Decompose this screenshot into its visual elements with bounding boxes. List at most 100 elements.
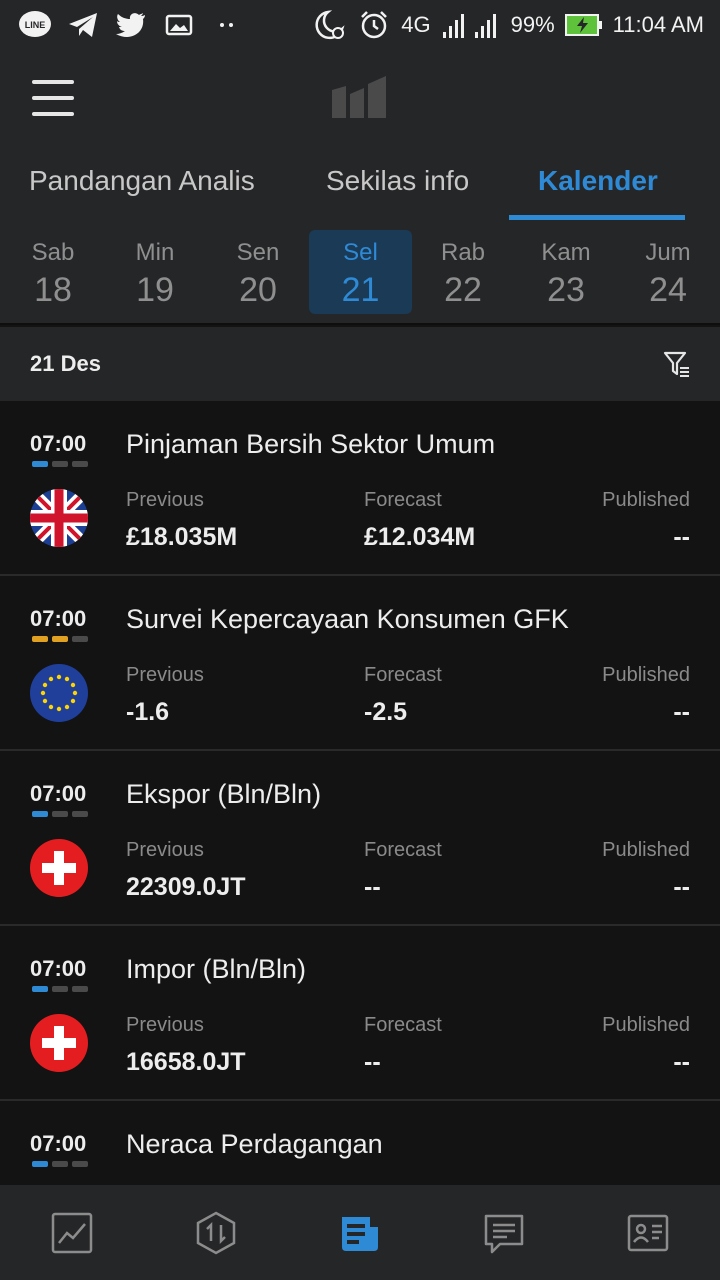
day-name: Kam — [541, 239, 591, 266]
event-time: 07:00 — [30, 431, 87, 456]
news-icon — [342, 1216, 378, 1251]
top-tabs: Pandangan Analis Sekilas info Kalender — [0, 145, 720, 223]
message-icon — [484, 1214, 524, 1253]
event-row[interactable]: 07:00 Impor (Bln/Bln) Previous Forecast … — [0, 926, 720, 1101]
day-number: 21 — [341, 271, 380, 309]
nav-trade[interactable] — [144, 1185, 288, 1280]
forecast-label: Forecast — [364, 664, 442, 686]
day-name: Min — [135, 239, 175, 266]
trade-icon — [196, 1211, 236, 1254]
twitter-icon — [114, 8, 148, 42]
nav-profile[interactable] — [576, 1185, 720, 1280]
previous-value: £18.035M — [126, 523, 238, 551]
forecast-value: £12.034M — [364, 523, 476, 551]
event-title: Pinjaman Bersih Sektor Umum — [126, 429, 496, 459]
event-row[interactable]: 07:00 Pinjaman Bersih Sektor Umum Previo… — [0, 401, 720, 576]
date-header: 21 Des — [0, 327, 720, 401]
event-row[interactable]: 07:00 Survei Kepercayaan Konsumen GFK Pr… — [0, 576, 720, 751]
image-icon — [162, 8, 196, 42]
forecast-label: Forecast — [364, 839, 442, 861]
importance-indicator — [32, 1161, 88, 1167]
day-rab[interactable]: Rab 22 — [413, 230, 513, 314]
forecast-value: -- — [364, 1048, 381, 1076]
event-title: Neraca Perdagangan — [126, 1129, 383, 1159]
day-jum[interactable]: Jum 24 — [618, 230, 718, 314]
forecast-label: Forecast — [364, 1014, 442, 1036]
day-number: 24 — [649, 271, 687, 309]
event-time: 07:00 — [30, 781, 87, 806]
forecast-value: -2.5 — [364, 698, 408, 726]
bottom-nav — [0, 1185, 720, 1280]
selected-date-label: 21 Des — [30, 351, 101, 376]
active-tab-indicator — [509, 215, 685, 220]
previous-value: -1.6 — [126, 698, 170, 726]
importance-indicator — [32, 811, 88, 817]
importance-indicator — [32, 636, 88, 642]
nav-message[interactable] — [432, 1185, 576, 1280]
event-list: 07:00 Pinjaman Bersih Sektor Umum Previo… — [0, 401, 720, 1185]
event-time: 07:00 — [30, 606, 87, 631]
day-sen[interactable]: Sen 20 — [208, 230, 308, 314]
tab-sekilas-info[interactable]: Sekilas info — [326, 165, 469, 197]
previous-value: 16658.0JT — [126, 1048, 246, 1076]
forecast-label: Forecast — [364, 489, 442, 511]
day-number: 22 — [444, 271, 482, 309]
day-sel[interactable]: Sel 21 — [309, 230, 412, 314]
published-value: -- — [673, 698, 690, 726]
day-number: 23 — [547, 271, 585, 309]
nav-news[interactable] — [288, 1185, 432, 1280]
published-value: -- — [673, 873, 690, 901]
dnd-moon-icon — [313, 8, 347, 42]
previous-value: 22309.0JT — [126, 873, 246, 901]
event-title: Impor (Bln/Bln) — [126, 954, 307, 984]
previous-label: Previous — [126, 489, 204, 511]
forecast-value: -- — [364, 873, 381, 901]
alarm-icon — [357, 8, 391, 42]
swiss-flag-icon — [30, 1014, 88, 1072]
event-row[interactable]: 07:00 Neraca Perdagangan — [0, 1101, 720, 1185]
day-number: 19 — [136, 271, 174, 309]
event-title: Ekspor (Bln/Bln) — [126, 779, 322, 809]
day-number: 20 — [239, 271, 277, 309]
network-type: 4G — [401, 12, 431, 37]
day-kam[interactable]: Kam 23 — [516, 230, 616, 314]
status-bar: LINE 4G 99% 11:04 AM — [0, 0, 720, 50]
previous-label: Previous — [126, 1014, 204, 1036]
published-label: Published — [602, 1014, 690, 1036]
day-min[interactable]: Min 19 — [105, 230, 205, 314]
day-name: Sen — [236, 239, 280, 266]
battery-charging-icon — [564, 8, 603, 42]
nav-chart[interactable] — [0, 1185, 144, 1280]
day-selector: Sab 18 Min 19 Sen 20 Sel 21 Rab 22 Kam 23 Jum 2… — [0, 223, 720, 325]
app-header — [0, 50, 720, 145]
published-label: Published — [602, 489, 690, 511]
event-time: 07:00 — [30, 956, 87, 981]
telegram-icon — [66, 8, 100, 42]
filter-icon[interactable] — [662, 349, 692, 379]
tab-pandangan-analis[interactable]: Pandangan Analis — [29, 165, 255, 197]
importance-indicator — [32, 461, 88, 467]
published-label: Published — [602, 839, 690, 861]
event-time: 07:00 — [30, 1131, 87, 1156]
day-name: Jum — [645, 239, 691, 266]
published-label: Published — [602, 664, 690, 686]
line-icon: LINE — [18, 8, 52, 42]
battery-percent: 99% — [510, 12, 555, 37]
day-sab[interactable]: Sab 18 — [3, 230, 103, 314]
day-name: Rab — [440, 239, 486, 266]
clock: 11:04 AM — [612, 12, 704, 37]
profile-icon — [627, 1214, 669, 1251]
importance-indicator — [32, 986, 88, 992]
day-name: Sel — [343, 239, 378, 266]
app-logo-icon — [330, 74, 390, 120]
tab-kalender[interactable]: Kalender — [538, 165, 658, 197]
day-name: Sab — [31, 239, 75, 266]
svg-text:LINE: LINE — [25, 20, 46, 30]
eu-flag-icon — [30, 664, 88, 722]
hamburger-menu-icon[interactable] — [32, 78, 74, 118]
event-row[interactable]: 07:00 Ekspor (Bln/Bln) Previous Forecast… — [0, 751, 720, 926]
signal-icon — [441, 8, 501, 42]
published-value: -- — [673, 523, 690, 551]
swiss-flag-icon — [30, 839, 88, 897]
day-number: 18 — [34, 271, 72, 309]
